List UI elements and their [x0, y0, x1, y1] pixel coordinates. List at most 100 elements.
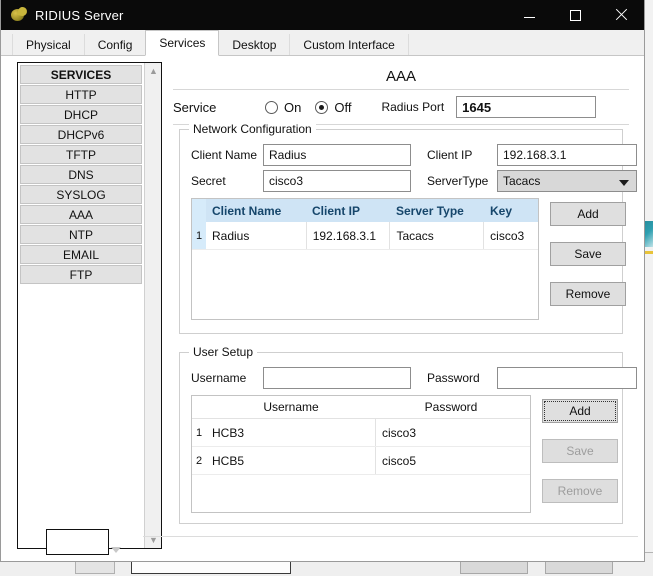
tab-config[interactable]: Config [83, 34, 147, 55]
minimize-button[interactable] [506, 0, 552, 30]
cell-password: cisco5 [382, 453, 417, 468]
cell-client-ip: 192.168.3.1 [312, 228, 377, 243]
network-configuration-group: Network Configuration Client Name Radius… [179, 122, 637, 334]
user-credentials-row: Username Password [191, 367, 637, 389]
scroll-up-icon[interactable]: ▲ [145, 63, 162, 79]
service-label: Service [173, 99, 217, 115]
server-type-select[interactable]: Tacacs [497, 170, 637, 192]
service-off-label: Off [334, 99, 352, 115]
sidebar-item-http[interactable]: HTTP [20, 85, 142, 104]
bottom-combo-box[interactable] [46, 529, 109, 555]
server-window: RIDIUS Server Physical Config Services D… [0, 0, 645, 562]
cell-client-name: Radius [212, 228, 250, 243]
sidebar-item-email[interactable]: EMAIL [20, 245, 142, 264]
scroll-down-icon[interactable]: ▼ [145, 532, 162, 548]
user-table-header: Username Password [192, 396, 530, 419]
row-index: 1 [192, 419, 206, 446]
services-list: SERVICES HTTP DHCP DHCPv6 TFTP DNS SYSLO… [18, 63, 144, 548]
network-configuration-legend: Network Configuration [189, 122, 316, 136]
username-label: Username [191, 371, 247, 385]
client-ip-input[interactable]: 192.168.3.1 [497, 144, 637, 166]
aaa-panel: AAA Service On Off Radius Port 1645 Netw… [173, 62, 637, 549]
network-table-header: Client Name Client IP Server Type Key [192, 199, 538, 222]
password-input[interactable] [497, 367, 637, 389]
header-index-cell [192, 199, 206, 222]
maximize-icon [569, 9, 581, 21]
column-client-ip: Client IP [312, 203, 361, 218]
row-index: 1 [192, 222, 206, 249]
column-server-type: Server Type [396, 203, 464, 218]
table-row[interactable]: 2 HCB5 cisco5 [192, 447, 530, 475]
sidebar-item-aaa[interactable]: AAA [20, 205, 142, 224]
client-name-label: Client Name [191, 148, 258, 162]
sidebar-item-dhcp[interactable]: DHCP [20, 105, 142, 124]
server-type-label: ServerType [427, 174, 489, 188]
tab-desktop[interactable]: Desktop [218, 34, 291, 55]
cell-password: cisco3 [382, 425, 417, 440]
network-remove-button[interactable]: Remove [550, 282, 626, 306]
globe-icon-swoosh [17, 6, 28, 17]
column-client-name: Client Name [212, 203, 282, 218]
page-title: AAA [385, 68, 416, 85]
user-add-button[interactable]: Add [542, 399, 618, 423]
sidebar-item-syslog[interactable]: SYSLOG [20, 185, 142, 204]
user-save-button: Save [542, 439, 618, 463]
window-controls [506, 0, 644, 30]
column-key: Key [490, 203, 513, 218]
table-row[interactable]: 1 HCB3 cisco3 [192, 419, 530, 447]
tab-custom-interface[interactable]: Custom Interface [289, 34, 409, 55]
window-titlebar: RIDIUS Server [1, 0, 644, 30]
user-setup-table[interactable]: Username Password 1 HCB3 cisco3 2 HCB5 c… [191, 395, 531, 513]
cell-username: HCB5 [212, 453, 245, 468]
cell-server-type: Tacacs [396, 228, 434, 243]
sidebar-item-tftp[interactable]: TFTP [20, 145, 142, 164]
sidebar-item-dns[interactable]: DNS [20, 165, 142, 184]
service-on-label: On [284, 99, 302, 115]
tab-physical[interactable]: Physical [12, 34, 85, 55]
services-sidebar: SERVICES HTTP DHCP DHCPv6 TFTP DNS SYSLO… [17, 62, 162, 549]
secret-label: Secret [191, 174, 226, 188]
bottom-combo-chevron-icon[interactable] [111, 547, 121, 553]
close-button[interactable] [598, 0, 644, 30]
sidebar-item-ntp[interactable]: NTP [20, 225, 142, 244]
globe-icon [11, 6, 28, 23]
radius-port-label: Radius Port [381, 100, 445, 114]
secret-row: Secret cisco3 ServerType Tacacs [191, 170, 637, 192]
secret-input[interactable]: cisco3 [263, 170, 411, 192]
bottom-divider [143, 536, 638, 537]
client-name-row: Client Name Radius Client IP 192.168.3.1 [191, 144, 637, 166]
server-type-value: Tacacs [503, 174, 541, 188]
service-off-radio[interactable] [315, 100, 329, 114]
tab-bar: Physical Config Services Desktop Custom … [1, 30, 644, 56]
sidebar-header-services: SERVICES [20, 65, 142, 84]
maximize-button[interactable] [552, 0, 598, 30]
sidebar-scrollbar[interactable]: ▲ ▼ [144, 63, 161, 548]
table-row[interactable]: 1 Radius 192.168.3.1 Tacacs cisco3 [192, 222, 538, 250]
network-config-table[interactable]: Client Name Client IP Server Type Key 1 … [191, 198, 539, 320]
sidebar-item-dhcpv6[interactable]: DHCPv6 [20, 125, 142, 144]
user-setup-legend: User Setup [189, 345, 258, 359]
password-label: Password [427, 371, 480, 385]
tab-services[interactable]: Services [145, 30, 220, 56]
network-add-button[interactable]: Add [550, 202, 626, 226]
cell-key: cisco3 [490, 228, 525, 243]
radius-port-input[interactable]: 1645 [456, 96, 597, 118]
header-index-cell [192, 396, 206, 418]
window-content: SERVICES HTTP DHCP DHCPv6 TFTP DNS SYSLO… [1, 56, 644, 561]
close-icon [615, 9, 627, 21]
cell-username: HCB3 [212, 425, 245, 440]
column-username: Username [263, 400, 319, 414]
client-ip-label: Client IP [427, 148, 473, 162]
sidebar-item-ftp[interactable]: FTP [20, 265, 142, 284]
client-name-input[interactable]: Radius [263, 144, 411, 166]
row-index: 2 [192, 447, 206, 474]
user-remove-button: Remove [542, 479, 618, 503]
network-save-button[interactable]: Save [550, 242, 626, 266]
chevron-down-icon [619, 180, 629, 186]
service-on-radio[interactable] [265, 100, 278, 114]
user-setup-group: User Setup Username Password Username Pa… [179, 345, 637, 524]
minimize-icon [523, 16, 535, 18]
window-title: RIDIUS Server [35, 7, 124, 23]
username-input[interactable] [263, 367, 411, 389]
service-row: Service On Off Radius Port 1645 [173, 90, 629, 124]
